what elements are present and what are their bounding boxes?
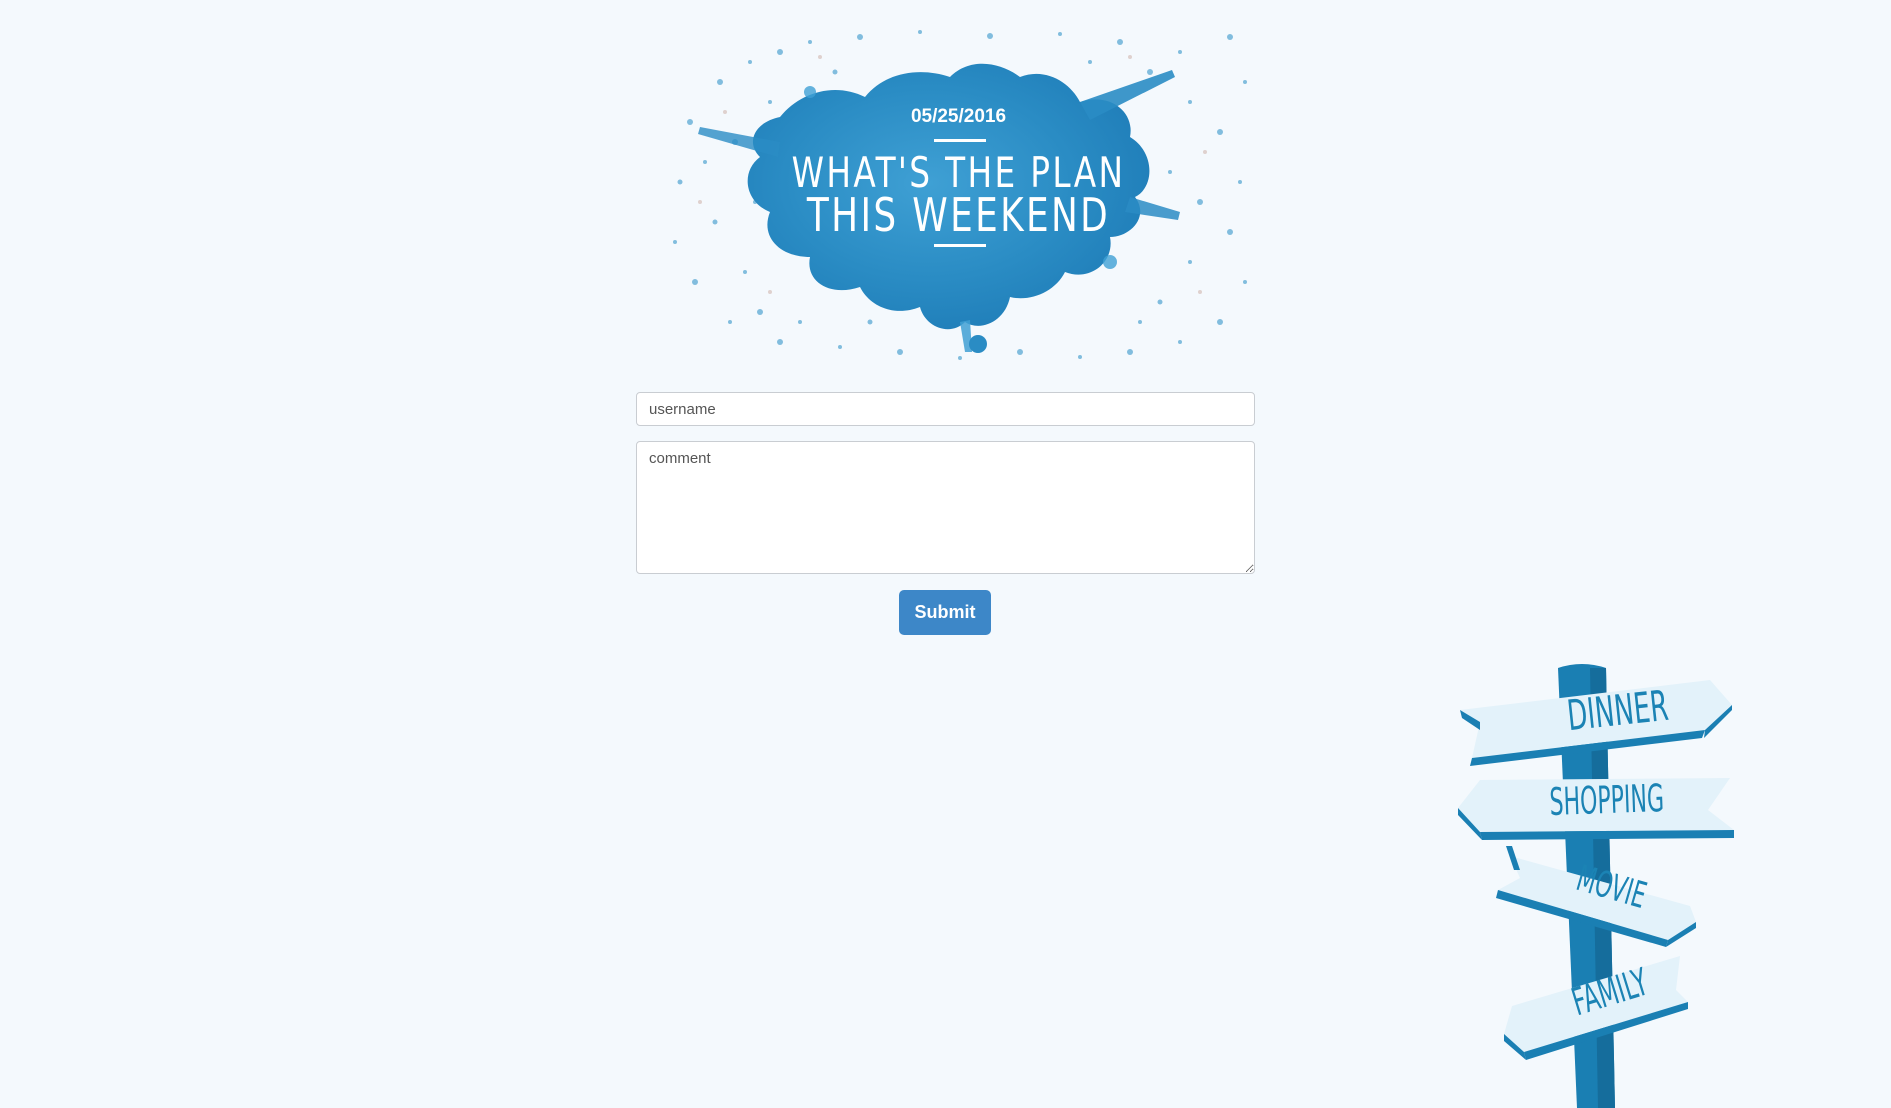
header-date: 05/25/2016 <box>910 106 1007 127</box>
sign-shopping: SHOPPING <box>1548 776 1665 824</box>
header-text: 05/25/2016 WHAT'S THE PLAN THIS WEEKEND <box>660 22 1257 367</box>
comment-textarea[interactable] <box>636 441 1255 574</box>
username-input[interactable] <box>636 392 1255 426</box>
header-title-line2: THIS WEEKEND <box>806 188 1111 242</box>
header-divider-top <box>934 139 986 142</box>
header-splash: 05/25/2016 WHAT'S THE PLAN THIS WEEKEND <box>660 22 1257 367</box>
submit-button[interactable]: Submit <box>899 590 991 635</box>
page: 05/25/2016 WHAT'S THE PLAN THIS WEEKEND … <box>0 0 1891 1108</box>
signpost-illustration: DINNER SHOPPING MOVIE FAMILY <box>1440 660 1740 1108</box>
header-divider-bottom <box>934 244 986 247</box>
comment-form: Submit <box>636 392 1255 635</box>
